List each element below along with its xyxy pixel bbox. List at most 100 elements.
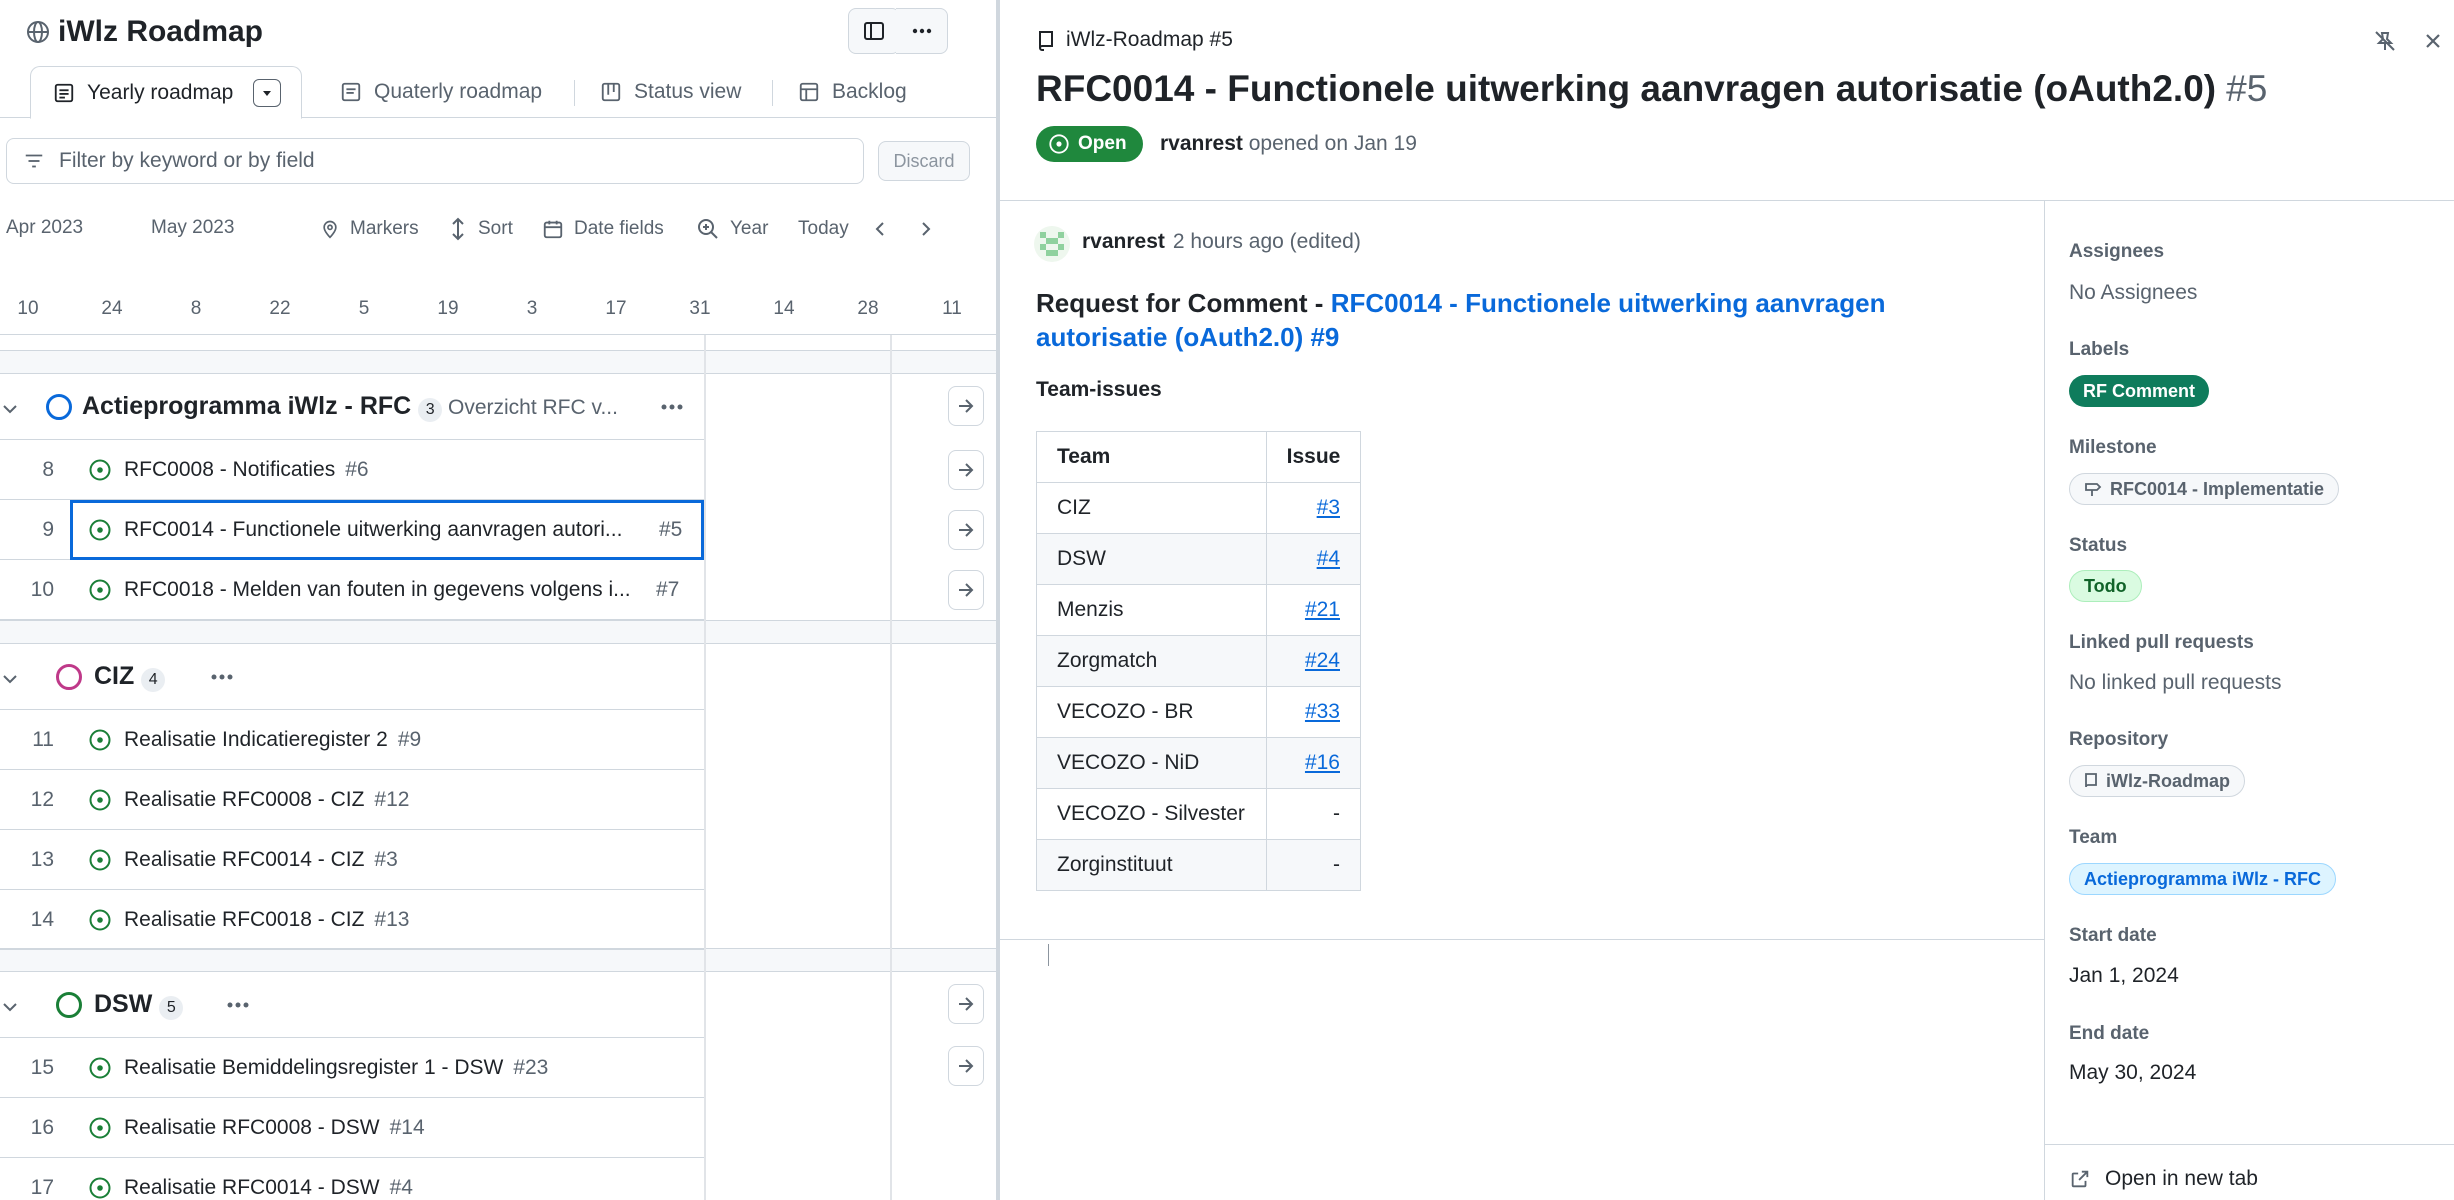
link-external-icon bbox=[2069, 1168, 2091, 1190]
author-link[interactable]: rvanrest bbox=[1160, 132, 1243, 155]
linked-pr-label[interactable]: Linked pull requests bbox=[2069, 632, 2254, 654]
start-date-label[interactable]: Start date bbox=[2069, 925, 2157, 947]
issue-opened-icon bbox=[88, 578, 112, 602]
tab-backlog[interactable]: Backlog bbox=[798, 66, 907, 118]
tab-quarterly-roadmap[interactable]: Quaterly roadmap bbox=[340, 66, 542, 118]
status-label[interactable]: Status bbox=[2069, 535, 2127, 557]
labels-label[interactable]: Labels bbox=[2069, 339, 2129, 361]
table-row-selected[interactable]: RFC0014 - Functionele uitwerking aanvrag… bbox=[70, 500, 704, 560]
start-date-value: Jan 1, 2024 bbox=[2069, 964, 2179, 987]
group-header[interactable]: CIZ 4 bbox=[0, 644, 704, 710]
issue-link[interactable]: #16 bbox=[1305, 751, 1340, 774]
markers-button[interactable]: Markers bbox=[320, 212, 419, 246]
table-row[interactable]: 15 Realisatie Bemiddelingsregister 1 - D… bbox=[0, 1038, 704, 1098]
table-row[interactable]: 16 Realisatie RFC0008 - DSW #14 bbox=[0, 1098, 704, 1158]
arrow-right-icon bbox=[959, 463, 974, 477]
day-tick: 28 bbox=[857, 298, 879, 319]
assignees-value: No Assignees bbox=[2069, 281, 2198, 304]
group-count: 4 bbox=[141, 668, 166, 692]
table-row[interactable]: 11 Realisatie Indicatieregister 2 #9 bbox=[0, 710, 704, 770]
project-view: iWlz Roadmap Yearly roadmap Quaterly roa… bbox=[0, 0, 996, 1200]
chevron-down-icon[interactable] bbox=[0, 674, 20, 684]
milestone-badge[interactable]: RFC0014 - Implementatie bbox=[2069, 473, 2340, 505]
status-badge[interactable]: Todo bbox=[2069, 570, 2142, 602]
group-menu-button[interactable] bbox=[218, 990, 258, 1020]
table-row[interactable]: 8 RFC0008 - Notificaties #6 bbox=[0, 440, 704, 500]
milestone-label[interactable]: Milestone bbox=[2069, 437, 2157, 459]
group-header[interactable]: Actieprogramma iWlz - RFC 3 Overzicht RF… bbox=[0, 374, 704, 440]
open-item-button[interactable] bbox=[948, 510, 984, 550]
sidebar-toggle-button[interactable] bbox=[848, 8, 900, 54]
location-icon bbox=[320, 218, 340, 240]
zoom-button[interactable]: Year bbox=[696, 212, 768, 246]
tab-divider bbox=[574, 80, 575, 106]
day-tick: 8 bbox=[190, 298, 202, 319]
month-label: Apr 2023 bbox=[6, 217, 84, 238]
issue-opened-icon bbox=[88, 518, 112, 542]
repo-reference[interactable]: iWlz-Roadmap #5 bbox=[1036, 28, 1233, 52]
date-fields-button[interactable]: Date fields bbox=[542, 212, 664, 246]
repository-badge[interactable]: iWlz-Roadmap bbox=[2069, 765, 2245, 797]
chevron-down-icon[interactable] bbox=[0, 1002, 20, 1012]
group-menu-button[interactable] bbox=[652, 392, 692, 422]
project-menu-button[interactable] bbox=[896, 8, 948, 54]
sort-button[interactable]: Sort bbox=[448, 212, 513, 246]
column-header: Issue bbox=[1266, 431, 1361, 483]
unpin-button[interactable] bbox=[2370, 26, 2400, 56]
close-icon bbox=[2423, 31, 2443, 51]
author-link[interactable]: rvanrest bbox=[1082, 230, 1165, 253]
table-row[interactable]: 13 Realisatie RFC0014 - CIZ #3 bbox=[0, 830, 704, 890]
today-button[interactable]: Today bbox=[798, 212, 849, 246]
chevron-down-icon[interactable] bbox=[0, 404, 20, 414]
tab-yearly-roadmap[interactable]: Yearly roadmap bbox=[30, 66, 303, 119]
open-in-new-tab-link[interactable]: Open in new tab bbox=[2069, 1167, 2258, 1191]
issue-opened-icon bbox=[88, 1176, 112, 1200]
group-name: DSW 5 bbox=[94, 990, 184, 1020]
discard-button[interactable]: Discard bbox=[878, 141, 970, 181]
kebab-horizontal-icon bbox=[211, 674, 233, 680]
table-row[interactable]: 14 Realisatie RFC0018 - CIZ #13 bbox=[0, 890, 704, 950]
project-title: iWlz Roadmap bbox=[26, 12, 263, 52]
next-button[interactable] bbox=[916, 212, 934, 246]
avatar[interactable] bbox=[1034, 226, 1070, 262]
table-row[interactable]: 10 RFC0018 - Melden van fouten in gegeve… bbox=[0, 560, 704, 620]
open-item-button[interactable] bbox=[948, 386, 984, 426]
open-item-button[interactable] bbox=[948, 1046, 984, 1086]
table-row[interactable]: 12 Realisatie RFC0008 - CIZ #12 bbox=[0, 770, 704, 830]
open-item-button[interactable] bbox=[948, 984, 984, 1024]
previous-button[interactable] bbox=[872, 212, 890, 246]
team-badge[interactable]: Actieprogramma iWlz - RFC bbox=[2069, 863, 2337, 895]
roadmap-icon bbox=[340, 81, 362, 103]
assignees-label[interactable]: Assignees bbox=[2069, 241, 2164, 263]
close-button[interactable] bbox=[2418, 26, 2448, 56]
arrow-right-icon bbox=[959, 523, 974, 537]
label-badge[interactable]: RF Comment bbox=[2069, 375, 2209, 407]
issue-link[interactable]: #3 bbox=[1317, 496, 1340, 519]
open-item-button[interactable] bbox=[948, 570, 984, 610]
comment-timestamp[interactable]: 2 hours ago (edited) bbox=[1173, 230, 1361, 253]
open-item-button[interactable] bbox=[948, 450, 984, 490]
team-issues-table: Team Issue CIZ #3 DSW #4 Menzis #21 Zorgmat… bbox=[1036, 431, 1361, 891]
tab-status-view[interactable]: Status view bbox=[600, 66, 741, 118]
issue-link[interactable]: #4 bbox=[1317, 547, 1340, 570]
day-tick: 24 bbox=[101, 298, 123, 319]
board-icon bbox=[600, 81, 622, 103]
issue-link[interactable]: #21 bbox=[1305, 598, 1340, 621]
table-row: Zorginstituut - bbox=[1036, 839, 1361, 891]
repo-icon bbox=[2084, 773, 2098, 789]
end-date-label[interactable]: End date bbox=[2069, 1023, 2149, 1045]
arrow-right-icon bbox=[959, 1059, 974, 1073]
issue-link[interactable]: #24 bbox=[1305, 649, 1340, 672]
filter-input[interactable]: Filter by keyword or by field bbox=[6, 138, 864, 184]
issue-opened-icon bbox=[88, 908, 112, 932]
table-row: Zorgmatch #24 bbox=[1036, 635, 1361, 687]
group-header[interactable]: DSW 5 bbox=[0, 972, 704, 1038]
group-menu-button[interactable] bbox=[202, 662, 242, 692]
kebab-horizontal-icon bbox=[227, 1002, 249, 1008]
table-row[interactable]: 17 Realisatie RFC0014 - DSW #4 bbox=[0, 1158, 704, 1200]
arrow-right-icon bbox=[959, 399, 974, 413]
repository-label: Repository bbox=[2069, 729, 2169, 750]
tab-options-button[interactable] bbox=[253, 78, 282, 107]
issue-link[interactable]: #33 bbox=[1305, 700, 1340, 723]
team-label[interactable]: Team bbox=[2069, 827, 2117, 849]
